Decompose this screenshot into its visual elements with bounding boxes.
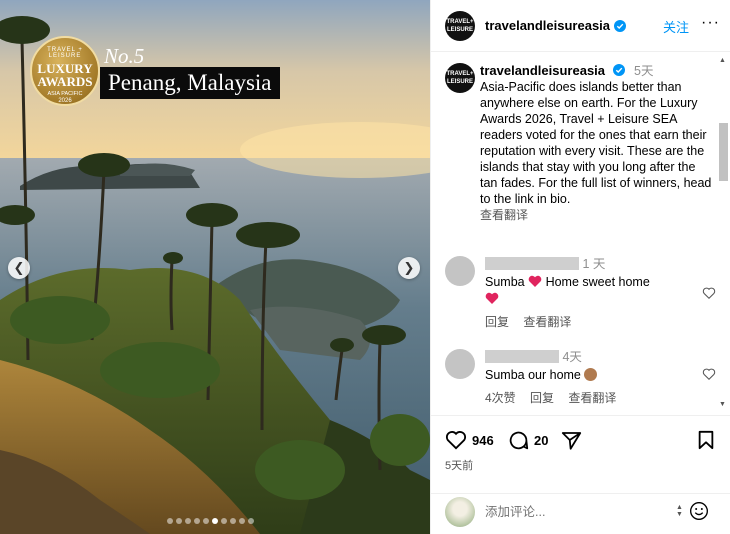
comment-item: 1 天 Sumba Home sweet home 回复 查看翻译 xyxy=(445,256,716,331)
badge-brand: TRAVEL + LEISURE xyxy=(47,47,83,59)
reply-button[interactable]: 回复 xyxy=(530,391,554,405)
current-user-avatar xyxy=(445,497,475,527)
comment-text-part: Home sweet home xyxy=(545,275,650,289)
carousel-dot[interactable] xyxy=(176,518,182,524)
like-heart-icon[interactable] xyxy=(445,430,467,450)
likes-count[interactable]: 946 xyxy=(472,433,494,448)
caption-translate-link[interactable]: 查看翻译 xyxy=(480,207,715,223)
badge-year: 2026 xyxy=(58,98,72,104)
praying-hands-emoji-icon xyxy=(584,368,598,381)
comment-actions: 4次赞 回复 查看翻译 xyxy=(485,390,715,407)
post-date[interactable]: 5天前 xyxy=(445,457,473,473)
caption-author-avatar[interactable]: TRAVEL+ LEISURE xyxy=(445,63,475,93)
commenter-avatar[interactable] xyxy=(445,349,475,379)
follow-button[interactable]: 关注 xyxy=(663,17,689,36)
verified-badge-icon xyxy=(612,64,625,76)
post-side-panel: TRAVEL+ LEISURE travelandleisureasia 关注 … xyxy=(430,0,730,534)
comment-actions: 回复 查看翻译 xyxy=(485,314,715,331)
carousel-prev-button[interactable]: ❮ xyxy=(8,257,30,279)
reply-button[interactable]: 回复 xyxy=(485,315,509,329)
carousel-dot[interactable] xyxy=(194,518,200,524)
chevron-left-icon: ❮ xyxy=(13,260,25,275)
comments-section: TRAVEL+ LEISURE travelandleisureasia 5天 … xyxy=(431,53,730,415)
like-comment-heart-icon[interactable] xyxy=(702,286,716,300)
save-bookmark-icon[interactable] xyxy=(697,430,715,450)
badge-region: ASIA PACIFIC xyxy=(47,91,83,97)
carousel-dot[interactable] xyxy=(212,518,218,524)
comment-time[interactable]: 1 天 xyxy=(582,257,605,271)
place-label: Penang, Malaysia xyxy=(100,67,280,99)
rank-label: No.5 xyxy=(104,44,145,68)
translate-button[interactable]: 查看翻译 xyxy=(568,391,616,405)
carousel-dot[interactable] xyxy=(167,518,173,524)
carousel-dot[interactable] xyxy=(239,518,245,524)
badge-title: LUXURY AWARDS xyxy=(37,61,93,89)
heart-emoji-icon xyxy=(528,275,542,287)
post-action-bar: 946 20 5天前 xyxy=(431,415,730,493)
carousel-dot[interactable] xyxy=(248,518,254,524)
caption-username[interactable]: travelandleisureasia xyxy=(480,63,605,78)
like-comment-heart-icon[interactable] xyxy=(702,367,716,381)
author-username[interactable]: travelandleisureasia xyxy=(485,18,610,33)
more-options-icon[interactable]: ··· xyxy=(701,14,720,32)
heart-emoji-icon xyxy=(485,292,499,304)
comments-scrollbar-thumb[interactable] xyxy=(719,123,728,181)
carousel-dots xyxy=(167,518,254,524)
translate-button[interactable]: 查看翻译 xyxy=(523,315,571,329)
verified-badge-icon xyxy=(614,19,627,32)
comment-likes-count[interactable]: 4次赞 xyxy=(485,391,516,405)
comment-text: Sumba our home xyxy=(485,367,715,384)
carousel-dot[interactable] xyxy=(185,518,191,524)
comment-text-part: Sumba our home xyxy=(485,368,581,382)
comments-count[interactable]: 20 xyxy=(534,433,548,448)
chevron-right-icon: ❯ xyxy=(403,260,415,275)
carousel-dot[interactable] xyxy=(230,518,236,524)
add-comment-input[interactable] xyxy=(485,502,670,522)
share-send-icon[interactable] xyxy=(561,430,582,450)
scroll-up-arrow-icon[interactable]: ▲ xyxy=(719,57,726,64)
post-caption: TRAVEL+ LEISURE travelandleisureasia 5天 … xyxy=(445,63,715,223)
carousel-next-button[interactable]: ❯ xyxy=(398,257,420,279)
author-avatar[interactable]: TRAVEL+ LEISURE xyxy=(445,10,475,41)
comment-bubble-icon[interactable] xyxy=(508,430,529,451)
carousel-dot[interactable] xyxy=(221,518,227,524)
commenter-username-redacted[interactable] xyxy=(485,257,579,270)
comment-time[interactable]: 4天 xyxy=(562,350,581,364)
luxury-awards-badge: TRAVEL + LEISURE LUXURY AWARDS ASIA PACI… xyxy=(30,36,100,106)
carousel-dot[interactable] xyxy=(203,518,209,524)
caption-time[interactable]: 5天 xyxy=(634,64,653,78)
input-scroll-arrows-icon: ▲ ▼ xyxy=(676,504,683,518)
scroll-down-arrow-icon[interactable]: ▼ xyxy=(719,401,726,408)
post-header: TRAVEL+ LEISURE travelandleisureasia 关注 … xyxy=(431,0,730,52)
comment-text: Sumba Home sweet home xyxy=(485,274,715,308)
post-photo: TRAVEL + LEISURE LUXURY AWARDS ASIA PACI… xyxy=(0,0,430,534)
caption-text: Asia-Pacific does islands better than an… xyxy=(480,80,712,206)
comment-text-part: Sumba xyxy=(485,275,525,289)
commenter-avatar[interactable] xyxy=(445,256,475,286)
emoji-picker-icon[interactable] xyxy=(689,501,709,521)
add-comment-bar: ▲▼ xyxy=(431,493,730,534)
commenter-username-redacted[interactable] xyxy=(485,350,559,363)
comment-item: 4天 Sumba our home 4次赞 回复 查看翻译 xyxy=(445,349,716,407)
